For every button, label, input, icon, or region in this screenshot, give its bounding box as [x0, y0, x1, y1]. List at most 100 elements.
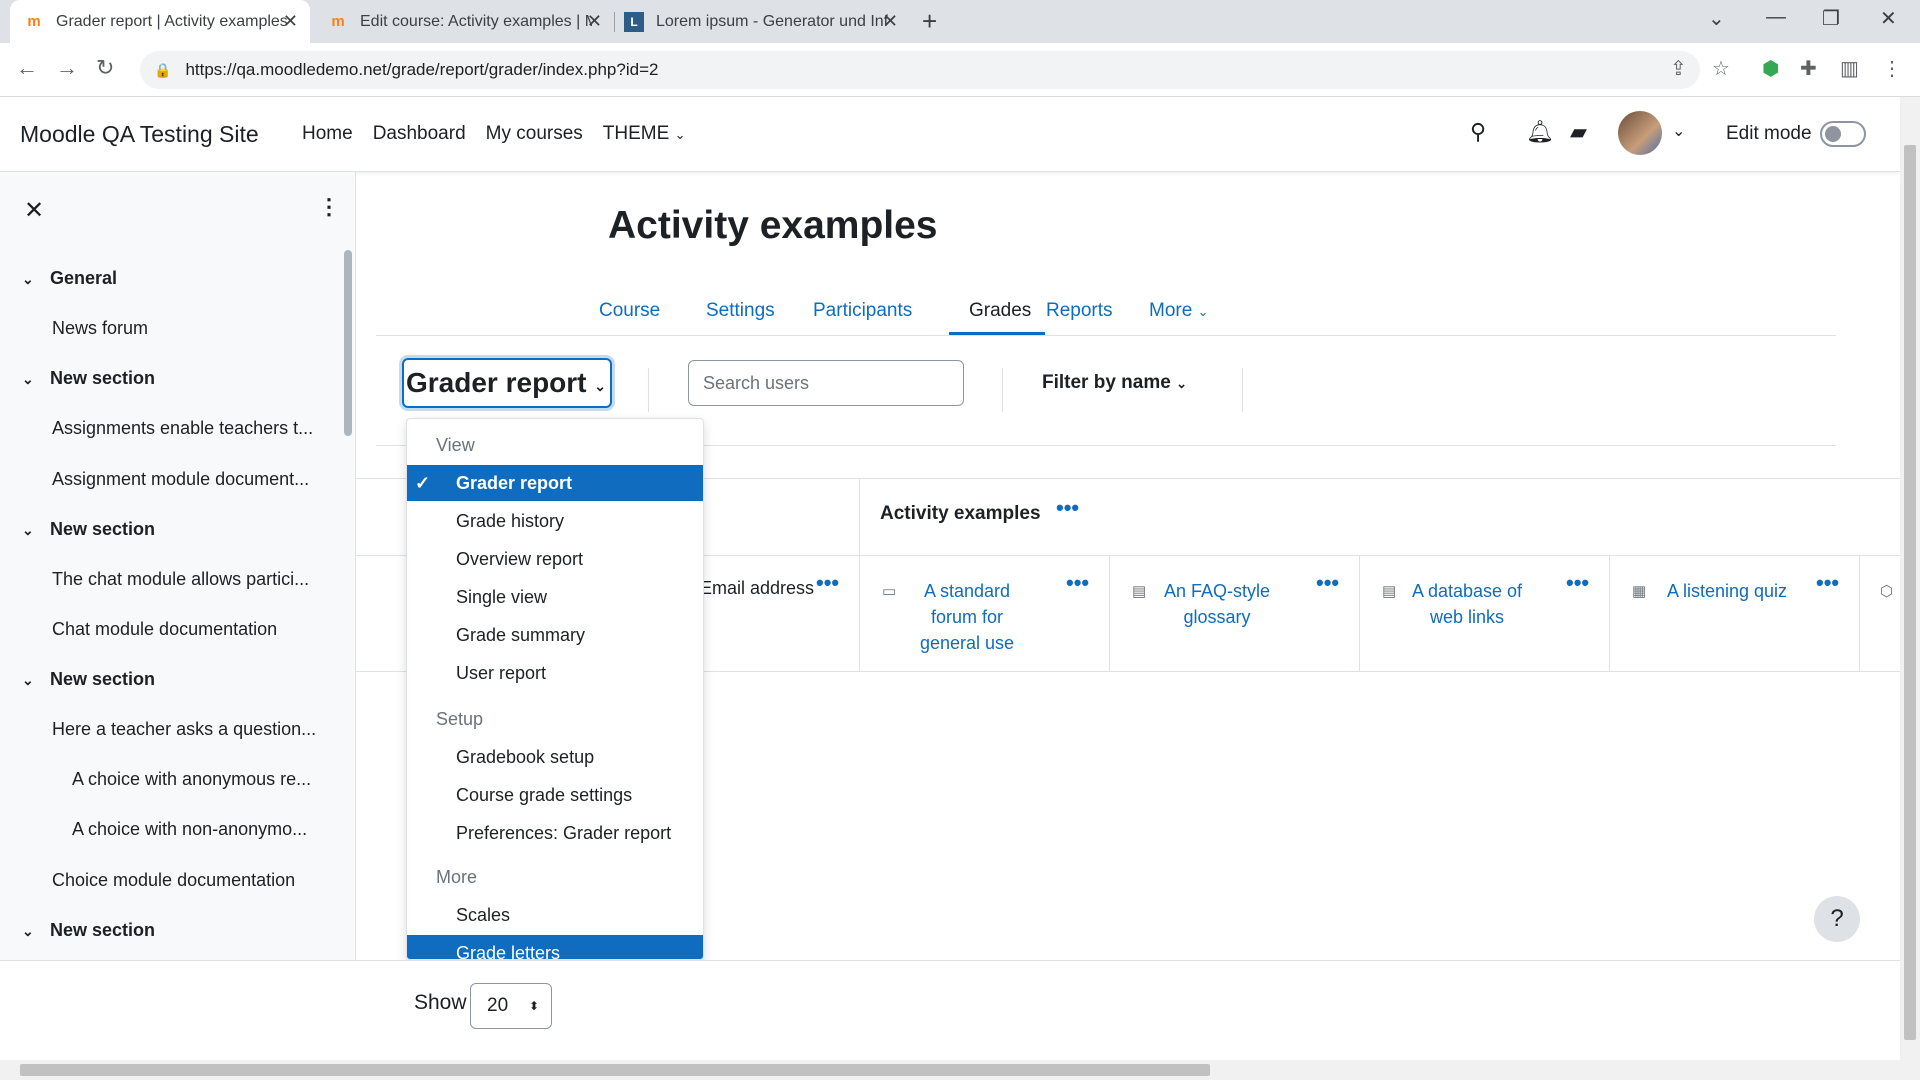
- url-field[interactable]: 🔒 https://qa.moodledemo.net/grade/report…: [140, 51, 1700, 89]
- glossary-icon: ▤: [1132, 583, 1147, 600]
- primary-navigation: Home Dashboard My courses THEME ⌄: [302, 123, 685, 145]
- course-index-section[interactable]: ⌄ New section: [22, 920, 155, 941]
- menu-item-grader-report[interactable]: ✓ Grader report: [407, 465, 703, 501]
- course-index-activity[interactable]: A choice with anonymous re...: [72, 769, 324, 790]
- course-index-activity[interactable]: Choice module documentation: [52, 870, 324, 891]
- tab-grades[interactable]: Grades: [969, 300, 1031, 322]
- tab-participants[interactable]: Participants: [813, 300, 912, 322]
- course-index-activity[interactable]: The chat module allows partici...: [52, 569, 324, 590]
- grade-item-link[interactable]: A database of web links: [1404, 578, 1530, 630]
- menu-item-course-grade-settings[interactable]: Course grade settings: [407, 777, 703, 813]
- chevron-down-icon: ⌄: [1197, 304, 1209, 319]
- report-type-select[interactable]: Grader report ⌄: [402, 358, 612, 408]
- menu-item-scales[interactable]: Scales: [407, 897, 703, 933]
- horizontal-scrollbar[interactable]: [0, 1060, 1900, 1080]
- grade-item-link[interactable]: A listening quiz: [1654, 578, 1800, 604]
- filter-by-name-button[interactable]: Filter by name ⌄: [1042, 372, 1187, 394]
- scrollbar-thumb[interactable]: [20, 1064, 1210, 1076]
- nav-home[interactable]: Home: [302, 123, 353, 145]
- close-drawer-icon[interactable]: ✕: [24, 196, 44, 225]
- user-menu-chevron-icon[interactable]: ⌄: [1672, 121, 1685, 141]
- menu-item-grade-summary[interactable]: Grade summary: [407, 617, 703, 653]
- close-tab-icon[interactable]: ✕: [883, 11, 898, 32]
- messages-icon[interactable]: ▰: [1570, 119, 1587, 145]
- menu-item-overview-report[interactable]: Overview report: [407, 541, 703, 577]
- browser-tab-1[interactable]: m Grader report | Activity examples ✕: [10, 0, 310, 43]
- course-index-section[interactable]: ⌄ New section: [22, 519, 155, 540]
- show-label: Show: [414, 991, 467, 1014]
- extensions-puzzle-icon[interactable]: ✚: [1800, 56, 1817, 81]
- course-index-activity[interactable]: News forum: [52, 318, 324, 339]
- forward-icon[interactable]: →: [56, 55, 78, 81]
- tab-title: Lorem ipsum - Generator und Inf: [656, 12, 888, 30]
- new-tab-icon[interactable]: +: [922, 6, 937, 37]
- nav-my-courses[interactable]: My courses: [486, 123, 583, 145]
- drawer-menu-icon[interactable]: ⋮: [318, 194, 340, 220]
- back-icon[interactable]: ←: [16, 55, 38, 81]
- reload-icon[interactable]: ↻: [96, 55, 114, 81]
- email-column-header[interactable]: Email address: [700, 578, 814, 599]
- menu-item-user-report[interactable]: User report: [407, 655, 703, 691]
- close-window-icon[interactable]: ✕: [1880, 6, 1897, 31]
- edit-mode-toggle[interactable]: [1820, 121, 1866, 147]
- extension-shield-icon[interactable]: ⬢: [1762, 56, 1779, 81]
- bookmark-star-icon[interactable]: ☆: [1712, 56, 1730, 81]
- browser-tab-bar: m Grader report | Activity examples ✕ m …: [0, 0, 1920, 43]
- scrollbar-thumb[interactable]: [1904, 145, 1916, 1040]
- course-index-section[interactable]: ⌄ New section: [22, 669, 155, 690]
- drawer-scrollbar[interactable]: [344, 250, 352, 436]
- nav-theme-label: THEME: [602, 123, 670, 144]
- minimize-icon[interactable]: —: [1766, 6, 1786, 29]
- course-index-activity[interactable]: Here a teacher asks a question...: [52, 719, 324, 740]
- share-icon[interactable]: ⇪: [1670, 56, 1687, 81]
- close-tab-icon[interactable]: ✕: [283, 11, 298, 32]
- restore-icon[interactable]: ❐: [1822, 6, 1840, 31]
- moodle-icon: m: [331, 13, 345, 30]
- section-label: New section: [50, 368, 156, 388]
- course-index-activity[interactable]: Assignments enable teachers t...: [52, 418, 324, 439]
- tab-settings[interactable]: Settings: [706, 300, 775, 322]
- menu-item-grade-letters[interactable]: Grade letters: [407, 935, 703, 959]
- site-name[interactable]: Moodle QA Testing Site: [20, 121, 259, 148]
- search-icon[interactable]: ⚲: [1470, 119, 1486, 145]
- browser-tab-2[interactable]: m Edit course: Activity examples | M ✕: [314, 0, 614, 43]
- avatar[interactable]: [1618, 111, 1662, 155]
- nav-theme[interactable]: THEME ⌄: [603, 123, 686, 145]
- menu-item-grade-history[interactable]: Grade history: [407, 503, 703, 539]
- course-index-section[interactable]: ⌄ General: [22, 268, 117, 289]
- close-tab-icon[interactable]: ✕: [587, 11, 602, 32]
- course-index-activity[interactable]: Chat module documentation: [52, 619, 324, 640]
- tab-search-icon[interactable]: ⌄: [1708, 6, 1725, 31]
- toolbar-divider: [1242, 368, 1243, 412]
- browser-tab-3[interactable]: L Lorem ipsum - Generator und Inf ✕: [610, 0, 910, 43]
- notifications-bell-icon[interactable]: 🔔︎: [1526, 119, 1554, 145]
- menu-item-preferences-grader-report[interactable]: Preferences: Grader report: [407, 815, 703, 851]
- category-actions-icon[interactable]: •••: [1056, 495, 1079, 521]
- tab-more-label: More: [1149, 300, 1193, 321]
- course-index-activity[interactable]: Assignment module document...: [52, 469, 324, 490]
- grade-item-actions-icon[interactable]: •••: [1066, 570, 1089, 596]
- grade-item-actions-icon[interactable]: •••: [1316, 570, 1339, 596]
- grade-item-link[interactable]: An FAQ-style glossary: [1154, 578, 1280, 630]
- help-button[interactable]: ?: [1814, 896, 1860, 942]
- search-users-input[interactable]: [688, 360, 964, 406]
- grade-item-actions-icon[interactable]: •••: [1566, 570, 1589, 596]
- nav-dashboard[interactable]: Dashboard: [373, 123, 466, 145]
- grade-item-link[interactable]: A standard forum for general use: [904, 578, 1030, 656]
- browser-menu-icon[interactable]: ⋮: [1882, 56, 1902, 81]
- section-label: New section: [50, 669, 156, 689]
- category-name: Activity examples: [880, 503, 1041, 524]
- per-page-select[interactable]: 20 ⬍: [470, 983, 552, 1029]
- menu-item-single-view[interactable]: Single view: [407, 579, 703, 615]
- vertical-scrollbar[interactable]: [1900, 97, 1920, 1080]
- grade-item-actions-icon[interactable]: •••: [1816, 570, 1839, 596]
- chevron-down-icon: ⌄: [22, 923, 34, 939]
- tab-course[interactable]: Course: [599, 300, 660, 322]
- side-panel-icon[interactable]: ▥: [1840, 56, 1859, 81]
- course-index-section[interactable]: ⌄ New section: [22, 368, 155, 389]
- course-index-activity[interactable]: A choice with non-anonymo...: [72, 819, 324, 840]
- tab-reports[interactable]: Reports: [1046, 300, 1113, 322]
- email-column-actions-icon[interactable]: •••: [816, 570, 839, 596]
- menu-item-gradebook-setup[interactable]: Gradebook setup: [407, 739, 703, 775]
- tab-more[interactable]: More ⌄: [1149, 300, 1208, 322]
